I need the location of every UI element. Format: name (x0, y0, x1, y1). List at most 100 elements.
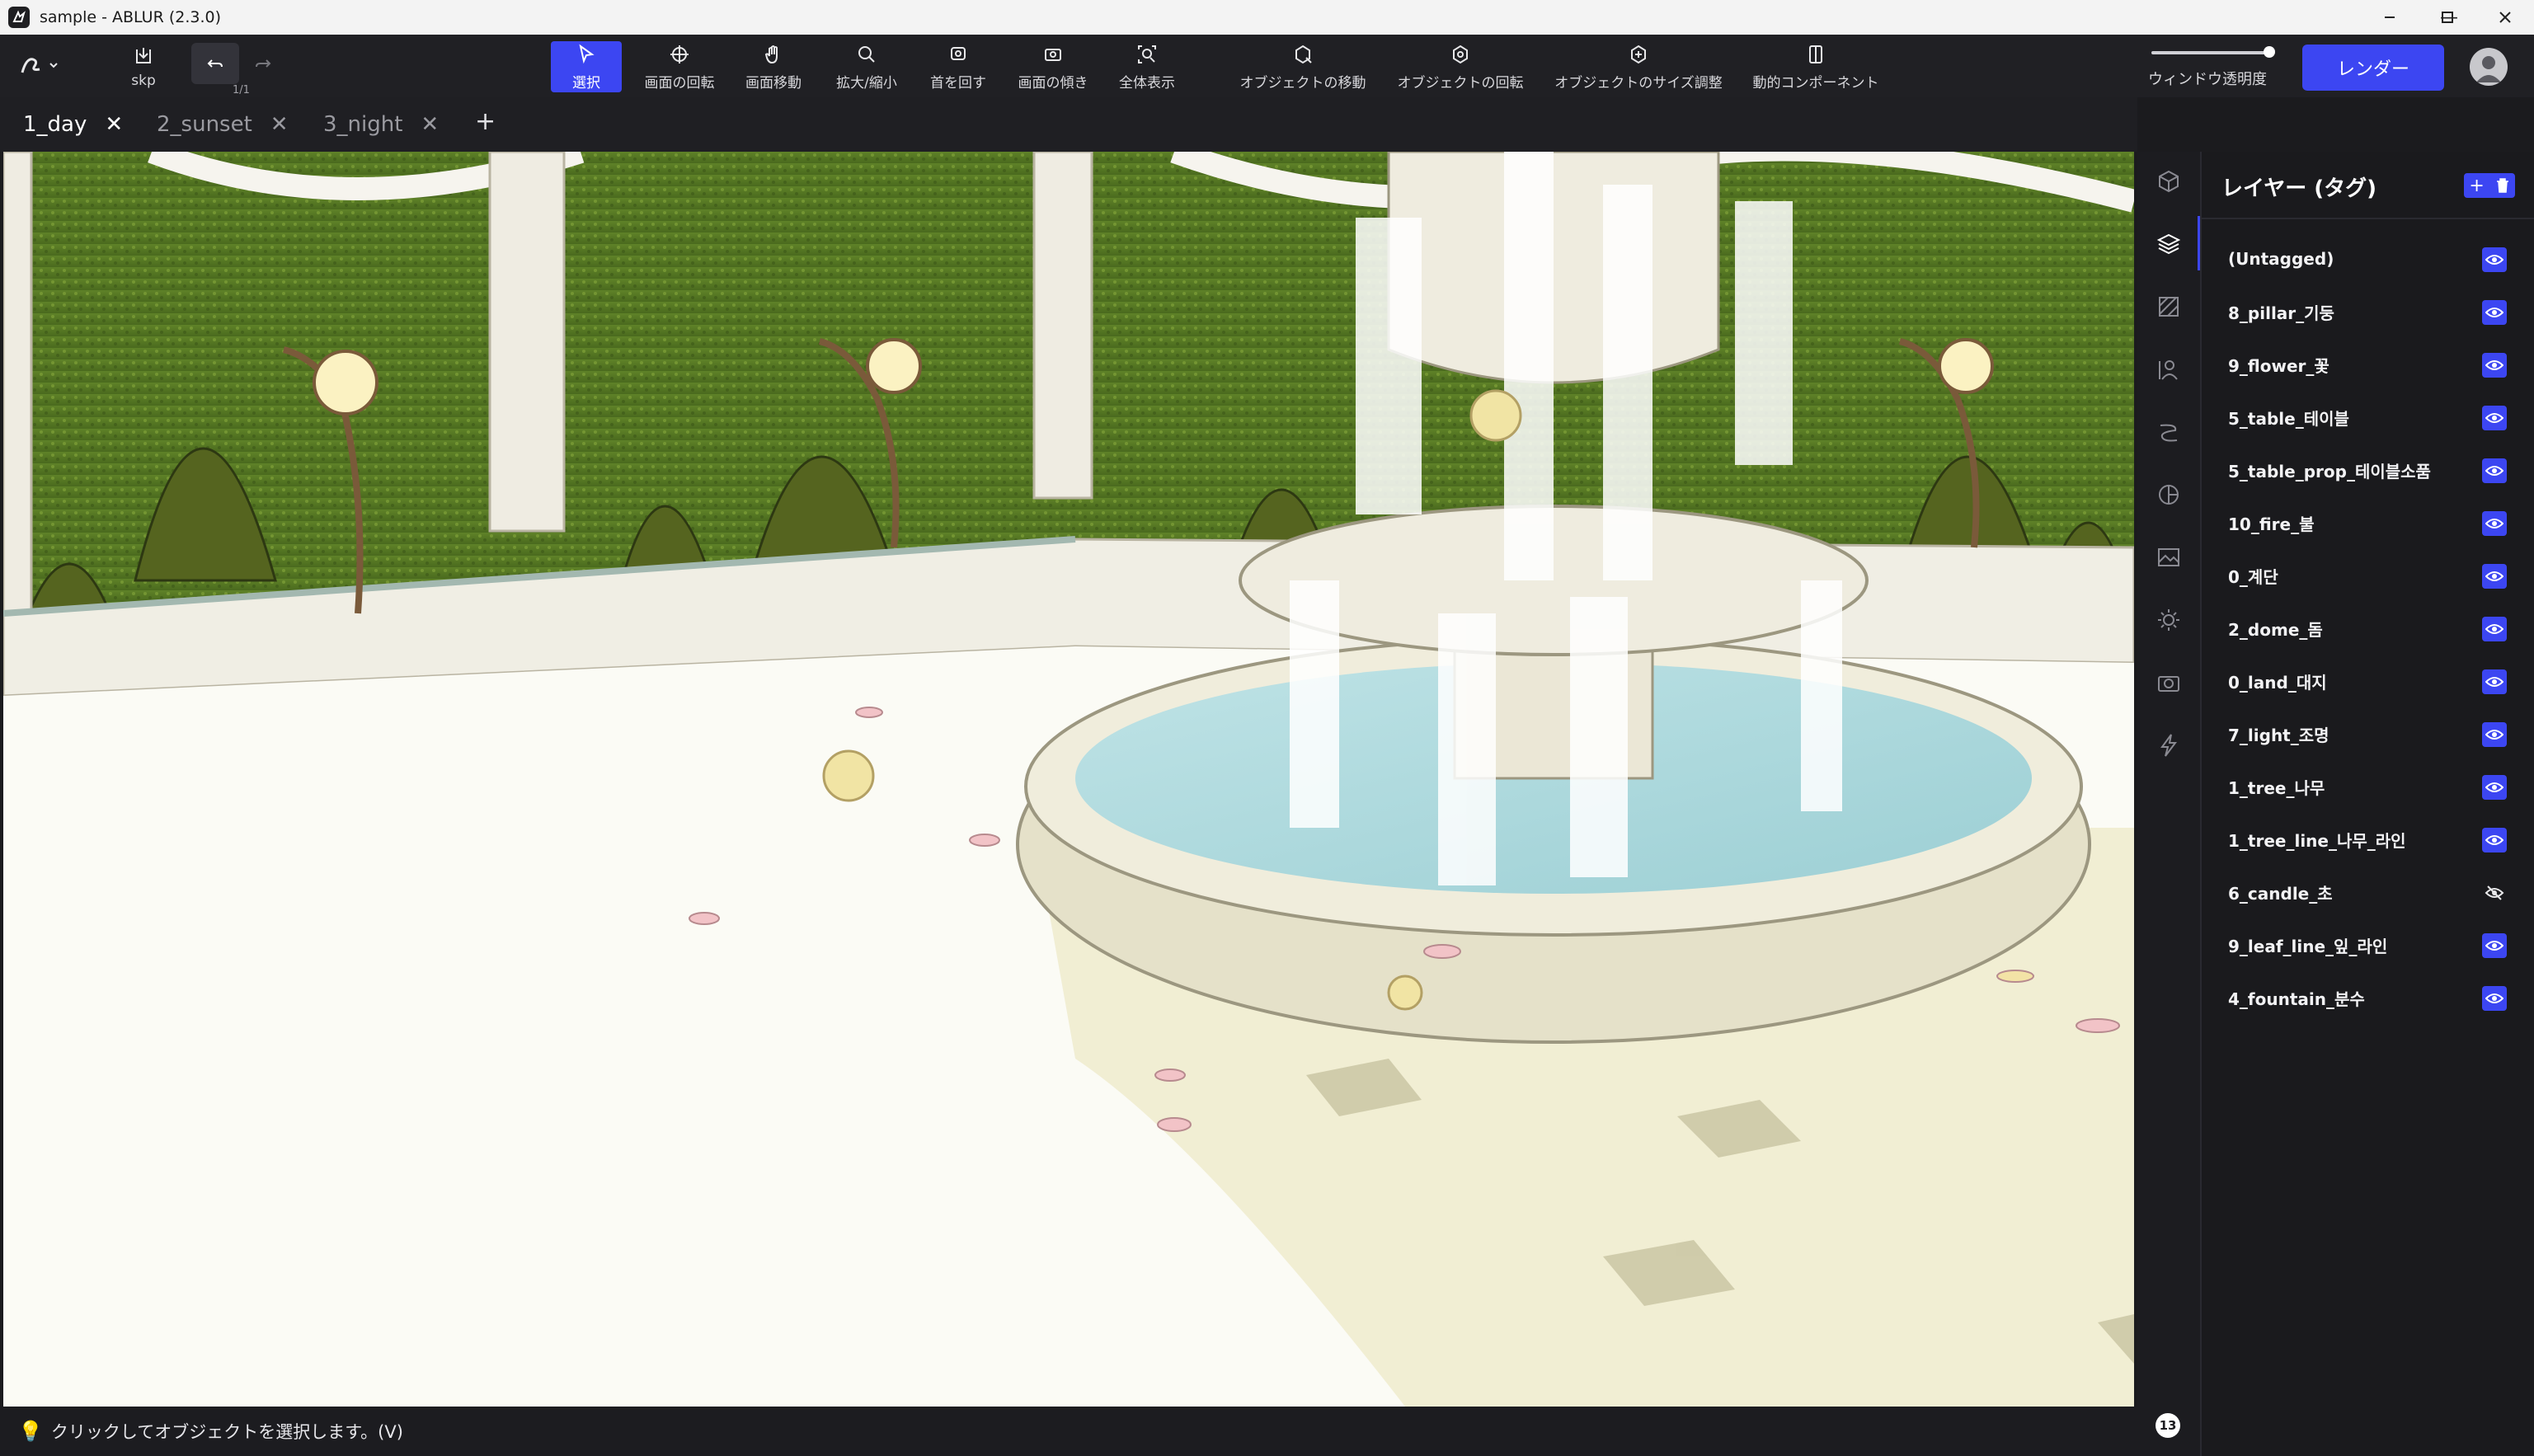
tool-rotate-object[interactable]: オブジェクトの回転 (1394, 41, 1527, 92)
visibility-toggle[interactable] (2482, 353, 2507, 378)
visibility-toggle[interactable] (2482, 458, 2507, 483)
strip-button-layers[interactable] (2156, 231, 2182, 257)
tab-2-sunset[interactable]: 2_sunset ✕ (157, 97, 289, 152)
undo-button[interactable] (191, 43, 239, 84)
tool-move-object[interactable]: オブジェクトの移動 (1235, 41, 1370, 92)
tool-label: 画面の傾き (1018, 74, 1088, 92)
visibility-toggle[interactable] (2482, 300, 2507, 325)
visibility-toggle[interactable] (2482, 247, 2507, 272)
layer-name: 5_table_prop_테이블소품 (2228, 461, 2431, 481)
layer-row[interactable]: 7_light_조명 (2202, 707, 2534, 760)
layer-name: 8_pillar_기둥 (2228, 303, 2334, 323)
magnifier-icon (858, 45, 875, 63)
scale-object-icon (1631, 45, 1646, 63)
layer-row[interactable]: 8_pillar_기둥 (2202, 285, 2534, 338)
visibility-toggle[interactable] (2482, 775, 2507, 800)
opacity-slider[interactable] (2151, 51, 2267, 54)
strip-button-materials[interactable] (2156, 294, 2182, 320)
visibility-toggle[interactable] (2482, 881, 2507, 905)
trash-icon[interactable] (2495, 177, 2510, 194)
layer-row[interactable]: 4_fountain_분수 (2202, 971, 2534, 1024)
eye-icon (2485, 571, 2503, 581)
tool-turn-head[interactable]: 首を回す (927, 41, 990, 92)
camera-icon (2158, 676, 2179, 692)
layer-row[interactable]: 1_tree_나무 (2202, 760, 2534, 813)
layer-row[interactable]: 2_dome_돔 (2202, 602, 2534, 655)
layer-row[interactable]: 5_table_테이블 (2202, 391, 2534, 444)
eye-icon (2485, 782, 2503, 792)
tool-label: オブジェクトのサイズ調整 (1554, 74, 1723, 92)
strip-button-background[interactable] (2156, 544, 2182, 571)
status-message: クリックしてオブジェクトを選択します。(V) (50, 1422, 403, 1442)
export-skp-button[interactable]: skp (125, 41, 162, 92)
export-label: skp (131, 73, 156, 89)
close-tab-icon[interactable]: ✕ (421, 112, 439, 137)
layer-name: 9_flower_꽃 (2228, 355, 2329, 376)
opacity-slider-thumb[interactable] (2264, 46, 2275, 58)
layer-row[interactable]: 1_tree_line_나무_라인 (2202, 813, 2534, 866)
layer-row[interactable]: (Untagged) (2202, 232, 2534, 285)
tool-fit-all[interactable]: 全体表示 (1117, 41, 1178, 92)
layer-row[interactable]: 0_land_대지 (2202, 655, 2534, 707)
app-menu-button[interactable] (20, 54, 59, 76)
character-icon (2159, 360, 2178, 380)
panel-title: レイヤー (タグ) (2221, 176, 2377, 201)
tool-label: 動的コンポーネント (1752, 74, 1879, 92)
avatar[interactable] (2470, 48, 2508, 86)
help-button[interactable]: 13 (2156, 1413, 2180, 1438)
strip-button-characters[interactable] (2156, 356, 2182, 383)
visibility-toggle[interactable] (2482, 722, 2507, 747)
visibility-toggle[interactable] (2482, 617, 2507, 641)
tab-1-day[interactable]: 1_day ✕ (23, 97, 123, 152)
strip-button-effects[interactable] (2156, 732, 2182, 759)
layer-row[interactable]: 9_flower_꽃 (2202, 338, 2534, 391)
layer-name: 9_leaf_line_잎_라인 (2228, 936, 2388, 956)
close-window-button[interactable] (2476, 0, 2534, 35)
render-button[interactable]: レンダー (2302, 45, 2444, 91)
maximize-button[interactable] (2419, 0, 2476, 35)
add-tab-button[interactable]: + (475, 107, 496, 136)
tool-rotate-view[interactable]: 画面の回転 (638, 41, 721, 92)
tool-select[interactable]: 選択 (551, 41, 622, 92)
layer-row[interactable]: 0_계단 (2202, 549, 2534, 602)
layer-row[interactable]: 10_fire_불 (2202, 496, 2534, 549)
strip-button-style[interactable] (2156, 481, 2182, 508)
tool-tilt-view[interactable]: 画面の傾き (1014, 41, 1092, 92)
layer-name: 4_fountain_분수 (2228, 989, 2365, 1009)
add-layer-button[interactable]: + (2469, 176, 2484, 196)
strip-button-lines[interactable] (2156, 419, 2182, 445)
eye-icon (2485, 835, 2503, 845)
tool-scale-object[interactable]: オブジェクトのサイズ調整 (1549, 41, 1728, 92)
visibility-toggle[interactable] (2482, 669, 2507, 694)
close-tab-icon[interactable]: ✕ (270, 112, 289, 137)
tool-pan-view[interactable]: 画面移動 (739, 41, 808, 92)
zoom-extents-icon (1138, 45, 1156, 63)
strip-button-objects[interactable] (2156, 168, 2182, 195)
close-tab-icon[interactable]: ✕ (105, 112, 123, 137)
tool-zoom[interactable]: 拡大/縮小 (831, 41, 902, 92)
texture-icon (2159, 297, 2179, 317)
layer-row[interactable]: 5_table_prop_테이블소품 (2202, 444, 2534, 496)
visibility-toggle[interactable] (2482, 406, 2507, 430)
strip-button-camera[interactable] (2156, 669, 2182, 696)
layer-row[interactable]: 6_candle_초 (2202, 866, 2534, 918)
strip-button-light[interactable] (2156, 607, 2182, 633)
minimize-window-button[interactable] (2361, 0, 2419, 35)
visibility-toggle[interactable] (2482, 828, 2507, 852)
eye-icon (2485, 360, 2503, 370)
visibility-toggle[interactable] (2482, 986, 2507, 1011)
eye-icon (2485, 255, 2503, 265)
visibility-toggle[interactable] (2482, 933, 2507, 958)
tab-label: 3_night (323, 112, 403, 137)
scene-tabs: 1_day ✕ 2_sunset ✕ 3_night ✕ + (0, 97, 2137, 152)
layer-name: 0_계단 (2228, 566, 2278, 587)
visibility-toggle[interactable] (2482, 564, 2507, 589)
layer-row[interactable]: 9_leaf_line_잎_라인 (2202, 918, 2534, 971)
visibility-toggle[interactable] (2482, 511, 2507, 536)
layer-name: 5_table_테이블 (2228, 408, 2349, 429)
tool-label: オブジェクトの移動 (1239, 74, 1366, 92)
3d-viewport[interactable] (3, 152, 2134, 1407)
tool-dynamic-component[interactable]: 動的コンポーネント (1748, 41, 1883, 92)
tab-3-night[interactable]: 3_night ✕ (323, 97, 439, 152)
redo-button[interactable] (239, 43, 287, 84)
